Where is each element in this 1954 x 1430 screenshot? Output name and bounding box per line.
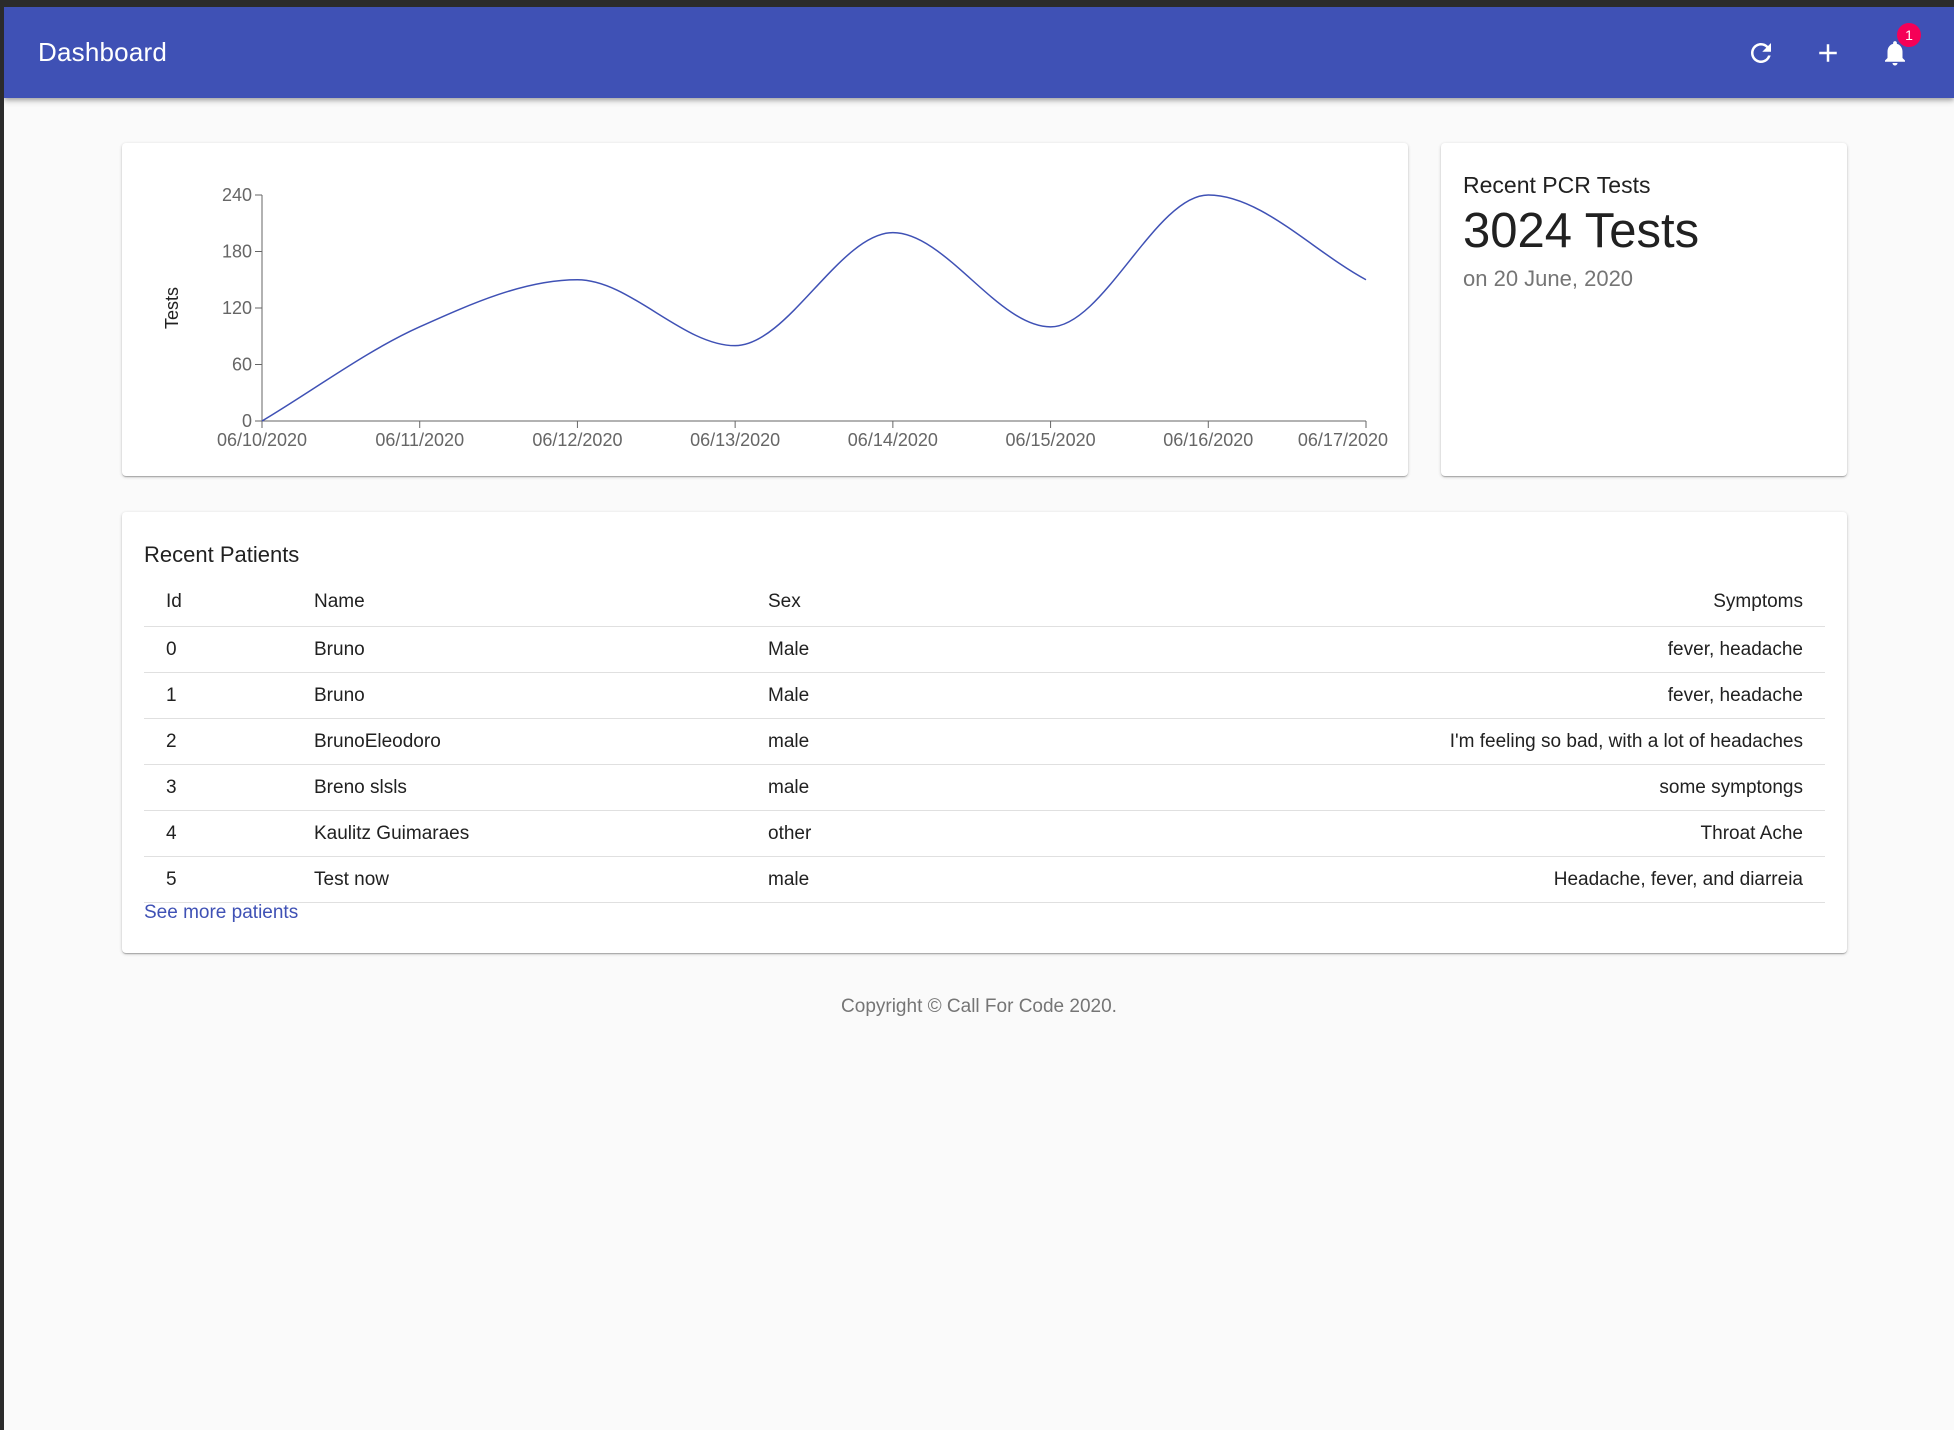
y-tick-label: 240 (222, 185, 252, 205)
cell-name: BrunoEleodoro (292, 718, 746, 765)
column-header-id: Id (144, 577, 292, 627)
table-row: 5 Test now male Headache, fever, and dia… (144, 856, 1825, 903)
app-bar: Dashboard 1 (4, 7, 1954, 98)
column-header-sex: Sex (746, 577, 990, 627)
cell-id: 4 (144, 810, 292, 857)
table-row: 1 Bruno Male fever, headache (144, 672, 1825, 719)
cell-id: 2 (144, 718, 292, 765)
recent-patients-title: Recent Patients (144, 542, 300, 567)
cell-symptoms: I'm feeling so bad, with a lot of headac… (990, 718, 1825, 765)
table-header-row: Id Name Sex Symptoms (144, 577, 1825, 627)
cell-id: 5 (144, 856, 292, 903)
cell-sex: Male (746, 672, 990, 719)
cell-symptoms: some symptongs (990, 764, 1825, 811)
column-header-name: Name (292, 577, 746, 627)
pcr-title: Recent PCR Tests (1463, 172, 1651, 198)
see-more-patients-link[interactable]: See more patients (144, 902, 298, 924)
x-tick-label: 06/11/2020 (375, 430, 464, 450)
add-button[interactable] (1802, 27, 1854, 79)
cell-name: Kaulitz Guimaraes (292, 810, 746, 857)
cell-sex: male (746, 856, 990, 903)
cell-name: Bruno (292, 672, 746, 719)
cell-symptoms: Headache, fever, and diarreia (990, 856, 1825, 903)
table-row: 4 Kaulitz Guimaraes other Throat Ache (144, 810, 1825, 857)
cell-symptoms: fever, headache (990, 672, 1825, 719)
app-window: Dashboard 1 0 60 120 180 240 06/10/2020 06/11/… (4, 7, 1954, 1430)
cell-sex: male (746, 718, 990, 765)
pcr-date: on 20 June, 2020 (1463, 266, 1634, 291)
x-tick-label: 06/14/2020 (848, 430, 938, 450)
cell-id: 3 (144, 764, 292, 811)
table-row: 2 BrunoEleodoro male I'm feeling so bad,… (144, 718, 1825, 765)
x-tick-label: 06/16/2020 (1163, 430, 1253, 450)
x-tick-label: 06/13/2020 (690, 430, 780, 450)
cell-id: 1 (144, 672, 292, 719)
refresh-icon (1751, 43, 1771, 63)
y-tick-label: 180 (222, 242, 252, 262)
pcr-value: 3024 Tests (1463, 204, 1700, 258)
y-tick-label: 0 (242, 411, 252, 431)
add-icon (1819, 44, 1837, 62)
x-tick-label: 06/15/2020 (1006, 430, 1096, 450)
cell-name: Breno slsls (292, 764, 746, 811)
notification-badge: 1 (1897, 23, 1921, 47)
notifications-button[interactable]: 1 (1869, 23, 1921, 79)
x-tick-label: 06/17/2020 (1298, 430, 1388, 450)
x-tick-label: 06/12/2020 (532, 430, 622, 450)
cell-id: 0 (144, 626, 292, 673)
y-axis-label: Tests (162, 287, 182, 329)
tests-line-chart: 0 60 120 180 240 06/10/2020 06/11/2020 06/12/20… (162, 185, 1388, 450)
copyright-footer: Copyright © Call For Code 2020. (841, 996, 1117, 1017)
x-tick-label: 06/10/2020 (217, 430, 307, 450)
y-tick-label: 60 (232, 355, 252, 375)
cell-symptoms: Throat Ache (990, 810, 1825, 857)
refresh-button[interactable] (1735, 27, 1787, 79)
cell-sex: other (746, 810, 990, 857)
page-title: Dashboard (38, 37, 167, 67)
tests-chart-card: 0 60 120 180 240 06/10/2020 06/11/2020 06/12/20… (122, 143, 1408, 476)
cell-name: Bruno (292, 626, 746, 673)
cell-sex: Male (746, 626, 990, 673)
y-tick-label: 120 (222, 298, 252, 318)
recent-patients-card: Recent Patients Id Name Sex Symptoms 0 B… (122, 512, 1847, 953)
table-row: 0 Bruno Male fever, headache (144, 626, 1825, 673)
pcr-summary-card: Recent PCR Tests 3024 Tests on 20 June, … (1441, 143, 1847, 476)
cell-sex: male (746, 764, 990, 811)
cell-name: Test now (292, 856, 746, 903)
patients-table: Id Name Sex Symptoms 0 Bruno Male fever,… (144, 577, 1825, 903)
series-line (261, 194, 1367, 422)
cell-symptoms: fever, headache (990, 626, 1825, 673)
column-header-symptoms: Symptoms (990, 577, 1825, 627)
table-row: 3 Breno slsls male some symptongs (144, 764, 1825, 811)
